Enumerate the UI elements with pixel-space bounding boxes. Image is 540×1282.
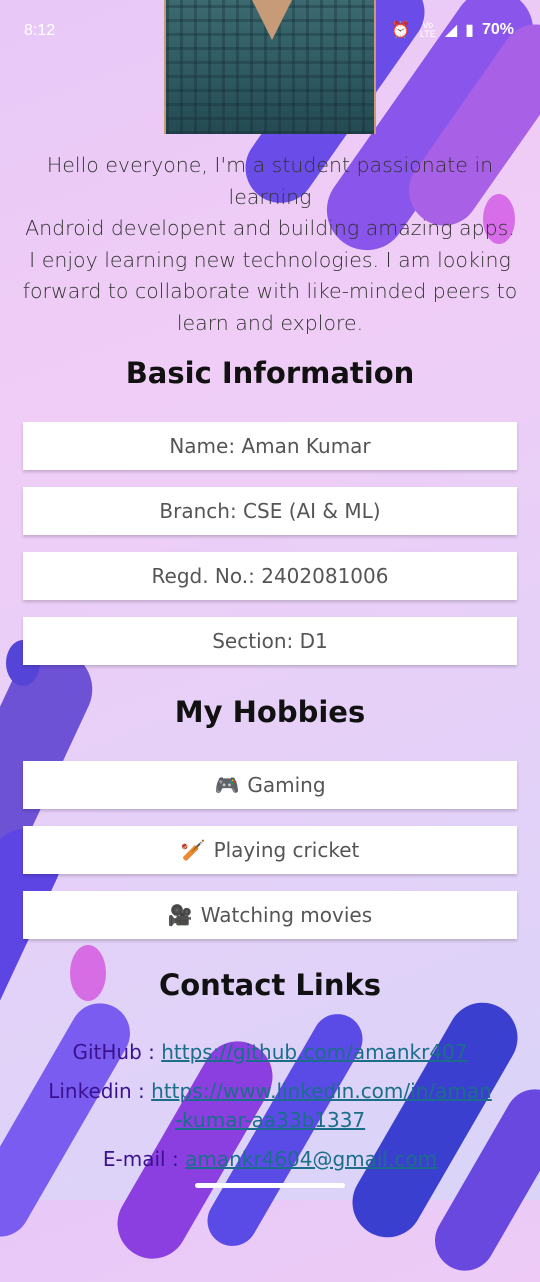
cricket-icon: 🏏 [180,838,206,862]
info-name-card: Name: Aman Kumar [23,422,517,470]
github-link[interactable]: https://github.com/amankr407 [161,1040,467,1064]
email-row: E-mail : amankr4604@gmail.com [20,1145,520,1174]
bio-text: Hello everyone, I'm a student passionate… [22,153,518,335]
email-link[interactable]: amankr4604@gmail.com [185,1147,437,1171]
info-branch-card: Branch: CSE (AI & ML) [23,487,517,535]
status-bar: 8:12 ⏰ Vo LTE ◢ ▮ 70% [0,0,540,62]
hobby-label: Watching movies [200,903,373,927]
movie-camera-icon: 🎥 [167,903,193,927]
alarm-icon: ⏰ [390,22,411,39]
signal-icon: ◢ [444,22,458,39]
home-indicator[interactable] [195,1183,345,1188]
linkedin-label: Linkedin : [48,1079,152,1103]
hobby-gaming-card: 🎮 Gaming [23,761,517,809]
hobbies-title: My Hobbies [174,695,366,729]
hobby-label: Playing cricket [213,838,360,862]
battery-percent: 70% [481,21,514,38]
hobby-label: Gaming [247,773,326,797]
linkedin-link-continued[interactable]: -kumar-aa33b1337 [175,1108,365,1132]
hobby-cricket-card: 🏏 Playing cricket [23,826,517,874]
gamepad-icon: 🎮 [214,773,240,797]
linkedin-row: Linkedin : https://www.linkedin.com/in/a… [20,1077,520,1135]
battery-icon: ▮ [465,22,474,39]
info-section-card: Section: D1 [23,617,517,665]
email-label: E-mail : [102,1147,186,1171]
status-time: 8:12 [24,22,56,39]
info-regd-card: Regd. No.: 2402081006 [23,552,517,600]
status-icons: ⏰ Vo LTE ◢ ▮ 70% [391,20,514,40]
contact-title: Contact Links [158,968,382,1002]
basic-info-title: Basic Information [125,356,415,390]
github-row: GitHub : https://github.com/amankr407 [20,1038,520,1067]
volte-icon: Vo LTE [419,20,436,39]
linkedin-link[interactable]: https://www.linkedin.com/in/aman [151,1079,492,1103]
github-label: GitHub : [72,1040,162,1064]
hobby-movies-card: 🎥 Watching movies [23,891,517,939]
